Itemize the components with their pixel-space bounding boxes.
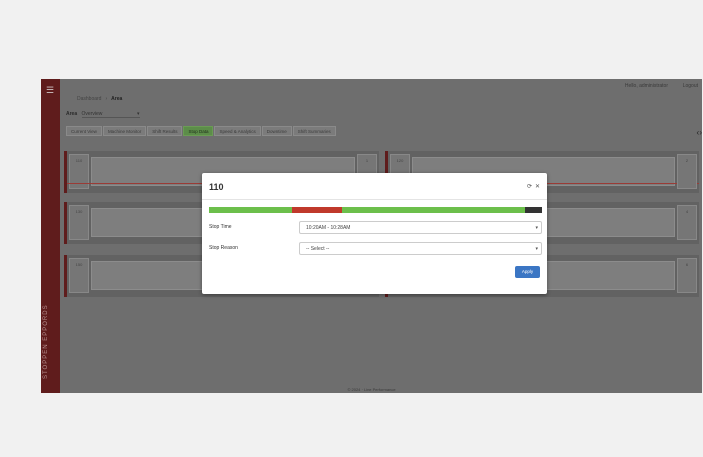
area-select-value: Overview: [81, 111, 103, 117]
area-select[interactable]: Overview ▾: [81, 111, 140, 118]
chevron-down-icon: ▾: [535, 246, 538, 252]
modal-header-icons: ⟳ ✕: [524, 183, 540, 190]
timeline-segment[interactable]: [209, 207, 293, 213]
top-bar: Hello, administrator Logout: [60, 79, 702, 93]
refresh-icon[interactable]: ⟳: [527, 184, 532, 190]
area-label: Area: [66, 111, 78, 117]
chevron-down-icon: ▾: [535, 225, 538, 231]
lane-right-cap: 4: [677, 205, 697, 240]
stop-reason-row: Stop Reason -- Select -- ▾: [209, 242, 542, 255]
stop-reason-value: -- Select --: [306, 246, 330, 252]
timeline-segment[interactable]: [525, 207, 542, 213]
logout-link[interactable]: Logout: [683, 83, 698, 89]
tab-shift-summaries[interactable]: Shift Summaries: [292, 126, 336, 136]
hamburger-icon[interactable]: ☰: [46, 85, 54, 96]
stop-time-label: Stop Time: [209, 224, 232, 230]
stop-timeline-bar[interactable]: [209, 207, 542, 213]
tab-speed-analytics[interactable]: Speed & Analytics: [214, 126, 261, 136]
stop-reason-label: Stop Reason: [209, 245, 238, 251]
tab-downtime[interactable]: Downtime: [261, 126, 292, 136]
timeline-segment[interactable]: [342, 207, 526, 213]
sidebar-brand: STOPPEN EPPORDS: [43, 304, 49, 379]
lane-left-cap: 130: [69, 205, 89, 240]
timeline-segment[interactable]: [292, 207, 343, 213]
stop-reason-select[interactable]: -- Select -- ▾: [299, 242, 542, 255]
modal-divider: [202, 199, 547, 200]
tab-machine-monitor[interactable]: Machine Monitor: [102, 126, 147, 136]
stop-time-row: Stop Time 10:20AM - 10:28AM ▾: [209, 221, 542, 234]
breadcrumb-item-area: Area: [111, 96, 123, 102]
breadcrumb-item-dashboard[interactable]: Dashboard: [77, 96, 101, 102]
tab-shift-results[interactable]: Shift Results: [147, 126, 183, 136]
close-icon[interactable]: ✕: [535, 184, 540, 190]
lane-left-cap: 150: [69, 258, 89, 293]
stop-time-select[interactable]: 10:20AM - 10:28AM ▾: [299, 221, 542, 234]
chevron-down-icon: ▾: [137, 111, 140, 117]
stop-time-value: 10:20AM - 10:28AM: [306, 225, 351, 231]
area-filter: Area Overview ▾: [66, 111, 140, 118]
tab-current-view[interactable]: Current View: [66, 126, 102, 136]
modal-title: 110: [209, 182, 224, 192]
tab-stop-data[interactable]: Stop Data: [183, 126, 214, 136]
sidebar: ☰ STOPPEN EPPORDS: [41, 79, 60, 393]
lane-right-cap: 6: [677, 258, 697, 293]
user-greeting: Hello, administrator: [624, 83, 668, 89]
apply-button[interactable]: Apply: [515, 266, 540, 278]
stop-details-modal: 110 ⟳ ✕ Stop Time 10:20AM - 10:28AM ▾ Sto…: [202, 173, 547, 294]
footer-text: © 2024 · Line Performance: [347, 387, 396, 392]
nav-arrows-icon[interactable]: ‹ ›: [696, 128, 701, 137]
breadcrumb-separator: ›: [105, 96, 108, 102]
lane-right-cap: 2: [677, 154, 697, 189]
breadcrumb: Dashboard › Area: [77, 96, 122, 102]
tab-bar: Current View Machine Monitor Shift Resul…: [66, 126, 336, 136]
